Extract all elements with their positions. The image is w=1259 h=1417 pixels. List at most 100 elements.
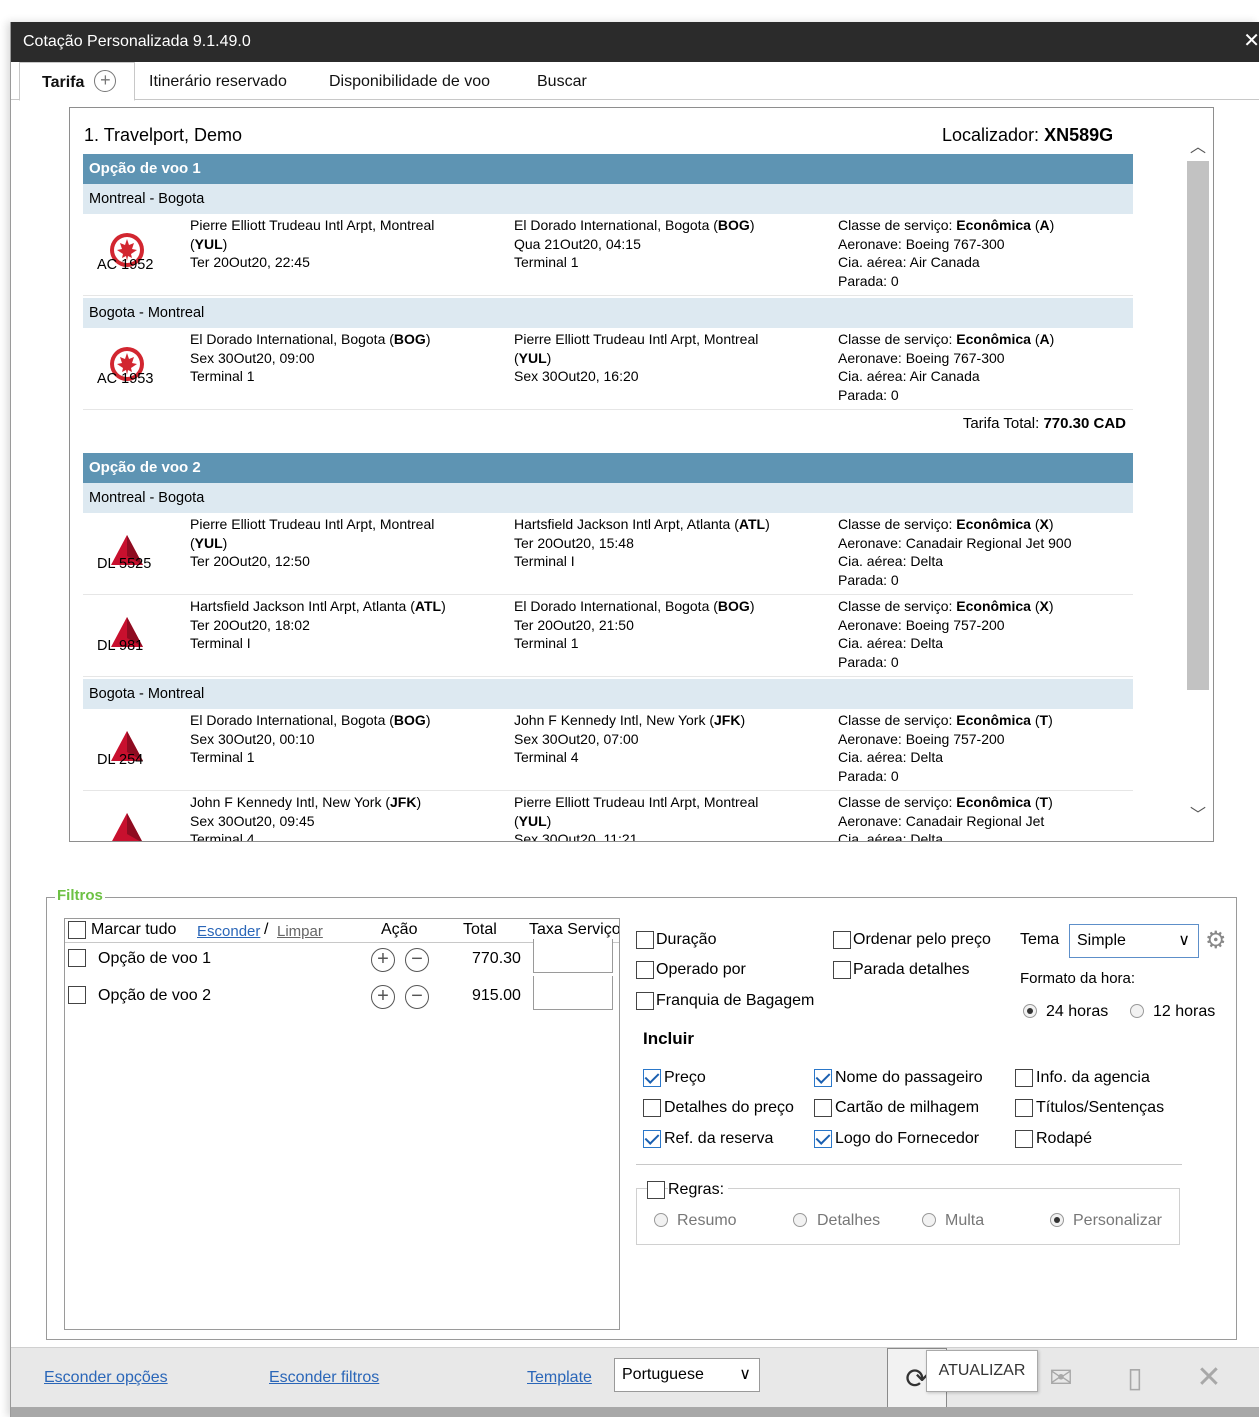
time-24-radio[interactable] [1023,1004,1037,1018]
time-12-radio[interactable] [1130,1004,1144,1018]
mail-icon: ✉ [1049,1362,1073,1393]
rules-label: Regras: [668,1181,729,1199]
stops: Parada: 0 [838,386,899,403]
class-value: Econômica [956,598,1031,614]
scroll-down-icon[interactable]: ﹀ [1189,801,1207,824]
class-label: Classe de serviço: [838,516,953,532]
delta-logo-icon [112,813,142,841]
duration-label: Duração [656,931,717,948]
scroll-up-icon[interactable]: ︿ [1189,133,1207,156]
clipboard-button[interactable]: ▯ [1105,1348,1165,1410]
carrier: Cia. aérea: Air Canada [838,254,980,270]
remove-icon[interactable]: − [405,985,429,1009]
baggage-checkbox[interactable] [636,992,654,1010]
passenger-name: 1. Travelport, Demo [84,125,243,145]
departure-info: Pierre Elliott Trudeau Intl Arpt, Montre… [190,516,435,569]
include-passenger-checkbox[interactable] [814,1069,832,1087]
link-separator: / [264,921,269,938]
sort-price-checkbox[interactable] [833,931,851,949]
aircraft: Aeronave: Boeing 767-300 [838,235,1005,252]
fare-total-label: Tarifa Total: [962,415,1040,432]
dep-terminal: Terminal 4 [190,831,255,842]
arrival-info: Hartsfield Jackson Intl Arpt, Atlanta (A… [514,516,770,569]
option-checkbox[interactable] [68,949,86,967]
close-button[interactable]: ✕ [1179,1348,1239,1410]
departure-info: Hartsfield Jackson Intl Arpt, Atlanta (A… [190,598,446,651]
class-label: Classe de serviço: [838,331,953,347]
hide-options-link[interactable]: Esconder opções [44,1369,168,1387]
include-supplier-logo-checkbox[interactable] [814,1130,832,1148]
hide-filters-link[interactable]: Esconder filtros [269,1369,379,1387]
include-agency-checkbox[interactable] [1015,1069,1033,1087]
include-price-details-checkbox[interactable] [643,1099,661,1117]
template-link[interactable]: Template [527,1369,592,1387]
service-info: Classe de serviço: Econômica (X) Aeronave… [838,516,1072,588]
include-titles-checkbox[interactable] [1015,1099,1033,1117]
include-passenger-label: Nome do passageiro [835,1069,983,1086]
operated-by-checkbox[interactable] [636,961,654,979]
language-select[interactable]: Portuguese ∨ [614,1358,760,1392]
refresh-tooltip: ATUALIZAR [926,1350,1038,1392]
clipboard-icon: ▯ [1127,1362,1143,1393]
departure-info: John F Kennedy Intl, New York (JFK) Sex 3… [190,793,490,842]
class-value: Econômica [956,331,1031,347]
include-booking-ref-checkbox[interactable] [643,1130,661,1148]
class-label: Classe de serviço: [838,712,953,728]
time-24-label: 24 horas [1046,1003,1109,1020]
class-code: X [1039,598,1049,614]
options-list: Marcar tudo Esconder / Limpar Ação Total… [64,918,620,1330]
language-select-value: Portuguese [622,1366,704,1383]
arrival-info: John F Kennedy Intl, New York (JFK) Sex 3… [514,712,746,765]
rules-penalty-radio[interactable] [922,1213,936,1227]
option-checkbox[interactable] [68,986,86,1004]
class-code: A [1039,331,1050,347]
service-fee-input[interactable] [533,976,613,1010]
theme-select[interactable]: Simple ∨ [1069,924,1199,958]
flight-number: DL 254 [97,752,144,768]
stop-details-checkbox[interactable] [833,961,851,979]
include-mileage-checkbox[interactable] [814,1099,832,1117]
theme-select-value: Simple [1077,932,1126,949]
rules-details-radio[interactable] [793,1213,807,1227]
close-window-icon[interactable]: ✕ [1243,29,1259,53]
tab-buscar[interactable]: Buscar [537,62,587,100]
dep-airport: El Dorado International, Bogota [190,331,386,347]
service-info: Classe de serviço: Econômica (A) Aeronave… [838,331,1055,403]
duration-checkbox[interactable] [636,931,654,949]
add-icon[interactable]: + [371,948,395,972]
hide-link[interactable]: Esconder [197,923,260,940]
arr-time: Sex 30Out20, 07:00 [514,730,639,747]
flight-segment: DL 981 Hartsfield Jackson Intl Arpt, Atl… [83,595,1133,677]
dep-code: YUL [194,534,223,551]
remove-icon[interactable]: − [405,948,429,972]
arr-airport: Pierre Elliott Trudeau Intl Arpt, Montre… [514,331,759,347]
select-all-checkbox[interactable] [68,921,86,939]
rules-checkbox[interactable] [647,1181,665,1199]
tab-tarifa[interactable]: Tarifa + [19,62,135,101]
include-footer-checkbox[interactable] [1015,1130,1033,1148]
cotacao-window: Cotação Personalizada 9.1.49.0 ✕ Tarifa +… [10,22,1259,1417]
dep-terminal: Terminal 1 [190,368,255,384]
service-fee-input[interactable] [533,939,613,973]
bottom-strip [11,1407,1259,1417]
service-info: Classe de serviço: Econômica (X) Aeronave… [838,598,1054,670]
rules-custom-radio[interactable] [1050,1213,1064,1227]
clear-link[interactable]: Limpar [277,923,323,940]
arr-airport: El Dorado International, Bogota [514,598,710,614]
dep-code: ATL [414,598,442,614]
email-button[interactable]: ✉ [1031,1348,1091,1410]
gear-icon[interactable]: ⚙ [1205,926,1227,955]
tab-disponibilidade[interactable]: Disponibilidade de voo [329,62,490,100]
rules-summary-radio[interactable] [654,1213,668,1227]
tab-itinerario[interactable]: Itinerário reservado [149,62,287,100]
arr-terminal: Terminal 1 [514,254,579,270]
include-price-checkbox[interactable] [643,1069,661,1087]
add-tab-icon[interactable]: + [94,69,117,92]
stops: Parada: 0 [838,653,899,670]
route-header: Bogota - Montreal [83,298,1133,328]
operated-by-label: Operado por [656,961,746,978]
add-icon[interactable]: + [371,985,395,1009]
class-value: Econômica [956,794,1031,810]
scroll-thumb[interactable] [1187,161,1209,690]
quote-scrollbar[interactable]: ︿ ﹀ [1183,108,1213,841]
